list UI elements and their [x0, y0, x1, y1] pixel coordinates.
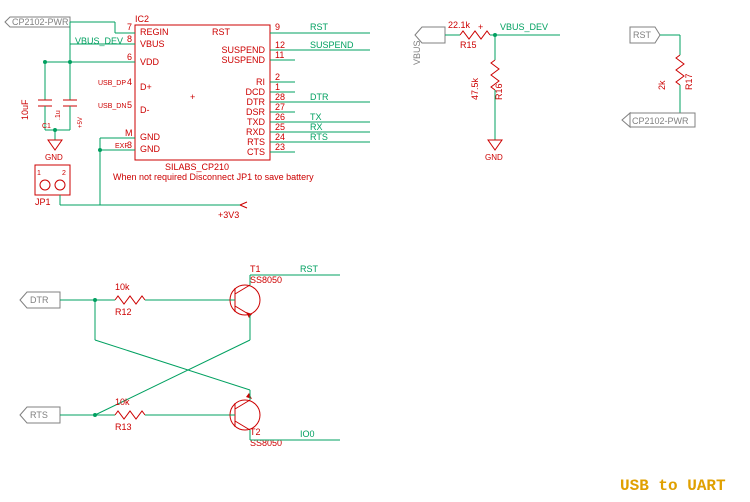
gnd-label: GND: [45, 153, 63, 162]
note-text: When not required Disconnect JP1 to save…: [113, 172, 314, 182]
pin-num: 6: [127, 52, 132, 62]
net-suspend: SUSPEND: [310, 40, 354, 50]
pin-label: RI: [256, 77, 265, 87]
pin-num: 12: [275, 40, 285, 50]
pin-num: 24: [275, 132, 285, 142]
jp1-ref: JP1: [35, 197, 51, 207]
pin-label: D-: [140, 105, 150, 115]
pin-label: RXD: [246, 127, 266, 137]
r16-val: 47.5k: [470, 77, 480, 100]
c2-val: .1u: [55, 110, 62, 120]
plus-mark: +: [190, 92, 195, 102]
r13-val: 10k: [115, 397, 130, 407]
pin-label: DSR: [246, 107, 266, 117]
usb-dp-label: USB_DP: [98, 80, 126, 87]
pin-label: SUSPEND: [221, 45, 265, 55]
pin-num: 8: [127, 34, 132, 44]
pin-num: 26: [275, 112, 285, 122]
pin-num: 4: [127, 77, 132, 87]
pin-num: 9: [275, 22, 280, 32]
plus-mark: +: [478, 22, 483, 32]
svg-text:2: 2: [62, 170, 66, 177]
r17-ref: R17: [684, 73, 694, 90]
r17-val: 2k: [657, 80, 667, 90]
pin-num: 23: [275, 142, 285, 152]
svg-text:RST: RST: [300, 264, 319, 274]
usb-dn-label: USB_DN: [98, 103, 126, 110]
r13-ref: R13: [115, 422, 132, 432]
net-rst: RST: [310, 22, 329, 32]
r12-val: 10k: [115, 282, 130, 292]
r15-symbol: [460, 31, 490, 39]
schematic-canvas: IC2 SILABS_CP210 REGIN VBUS VDD D+ D- GN…: [0, 0, 750, 500]
t1-ref: T1: [250, 264, 261, 274]
svg-text:CP2102-PWR: CP2102-PWR: [12, 17, 69, 27]
pin-num: M: [125, 128, 133, 138]
r12-symbol: [115, 296, 145, 304]
ic-ref: IC2: [135, 14, 149, 24]
ic-name: SILABS_CP210: [165, 162, 229, 172]
pin-num: 11: [275, 50, 284, 60]
t2-ref: T2: [250, 427, 261, 437]
r15-ref: R15: [460, 40, 477, 50]
svg-text:RTS: RTS: [30, 410, 48, 420]
c1-ref: C1: [42, 123, 51, 130]
gnd-icon: [488, 140, 502, 150]
pin-num: 25: [275, 122, 285, 132]
svg-text:VBUS: VBUS: [412, 40, 422, 65]
t1-val: SS8050: [250, 275, 282, 285]
v33-label: +3V3: [218, 210, 239, 220]
pin-label: RST: [212, 27, 231, 37]
svg-text:IO0: IO0: [300, 429, 315, 439]
pin-label: VDD: [140, 57, 160, 67]
r15-val: 22.1k: [448, 20, 471, 30]
svg-text:RST: RST: [633, 30, 652, 40]
net-tx: TX: [310, 112, 322, 122]
r12-ref: R12: [115, 307, 132, 317]
net-rx: RX: [310, 122, 323, 132]
pin-num: 5: [127, 100, 132, 110]
c1-val: 10uF: [20, 99, 30, 120]
svg-text:CP2102-PWR: CP2102-PWR: [632, 116, 689, 126]
pin-label: CTS: [247, 147, 265, 157]
pin-label: RTS: [247, 137, 265, 147]
pin-label: DCD: [246, 87, 266, 97]
pin-num: 27: [275, 102, 285, 112]
pin-label: TXD: [247, 117, 266, 127]
net-vbus-dev2: VBUS_DEV: [500, 22, 548, 32]
usb-5v-label: +5V: [78, 117, 84, 128]
exp-label: EXP: [115, 143, 129, 150]
r17-symbol: [676, 55, 684, 85]
pin-num: 28: [275, 92, 285, 102]
pin-label: D+: [140, 82, 152, 92]
pin-num: 7: [127, 22, 132, 32]
pin-label: REGIN: [140, 27, 169, 37]
svg-text:GND: GND: [485, 153, 503, 162]
pin-num: 1: [275, 82, 280, 92]
svg-text:1: 1: [37, 170, 41, 177]
page-title: USB to UART: [620, 477, 726, 495]
pin-label: SUSPEND: [221, 55, 265, 65]
net-rts: RTS: [310, 132, 328, 142]
svg-text:DTR: DTR: [30, 295, 49, 305]
pin-num: 2: [275, 72, 280, 82]
pin-label: DTR: [247, 97, 266, 107]
pin-label: GND: [140, 144, 161, 154]
r13-symbol: [115, 411, 145, 419]
pin-label: VBUS: [140, 39, 165, 49]
net-dtr: DTR: [310, 92, 329, 102]
pin-label: GND: [140, 132, 161, 142]
